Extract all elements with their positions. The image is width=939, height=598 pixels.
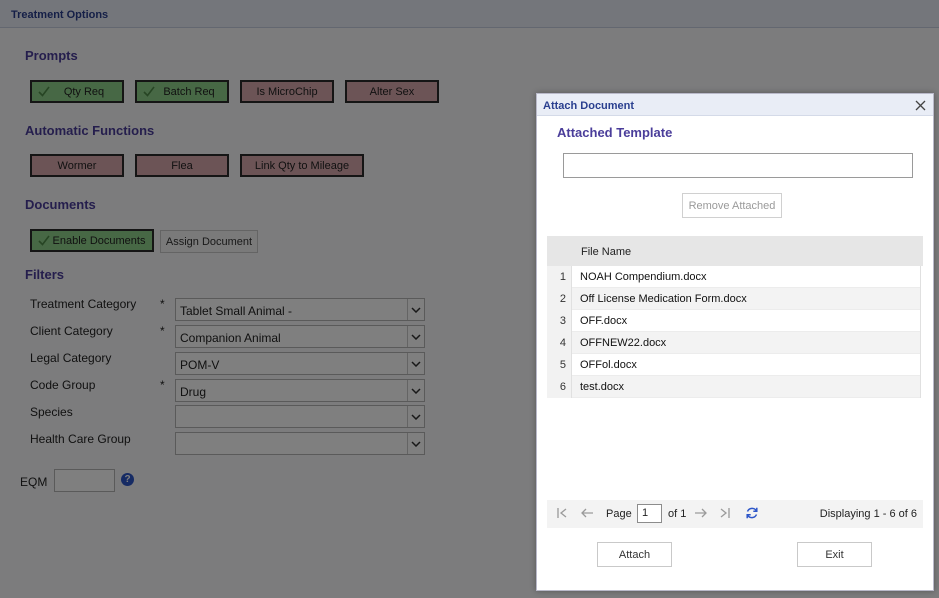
pagination-bar: Page 1 of 1 Displaying 1 - 6 of 6 [547, 500, 923, 528]
file-name-column-header[interactable]: File Name [581, 246, 631, 258]
attached-template-heading: Attached Template [557, 125, 673, 140]
last-page-icon[interactable] [718, 506, 732, 520]
display-count: Displaying 1 - 6 of 6 [819, 508, 917, 520]
attach-button[interactable]: Attach [597, 542, 672, 567]
next-page-icon[interactable] [694, 506, 708, 520]
remove-attached-button[interactable]: Remove Attached [682, 193, 782, 218]
dialog-title: Attach Document [543, 100, 635, 112]
grid-divider [920, 266, 921, 398]
attach-document-dialog: Attach Document Attached Template Remove… [536, 93, 934, 591]
page-total-label: of 1 [668, 508, 687, 520]
table-row[interactable]: 6 test.docx [547, 376, 920, 398]
close-icon[interactable] [915, 100, 926, 111]
first-page-icon[interactable] [555, 506, 569, 520]
file-grid: File Name 1 NOAH Compendium.docx 2 Off L… [547, 236, 923, 501]
table-row[interactable]: 3 OFF.docx [547, 310, 920, 332]
table-row[interactable]: 5 OFFol.docx [547, 354, 920, 376]
page-label: Page [606, 508, 632, 520]
grid-header: File Name [547, 236, 923, 266]
prev-page-icon[interactable] [580, 506, 594, 520]
exit-button[interactable]: Exit [797, 542, 872, 567]
table-row[interactable]: 4 OFFNEW22.docx [547, 332, 920, 354]
dialog-header: Attach Document [537, 94, 933, 116]
page-number-input[interactable]: 1 [637, 504, 662, 523]
table-row[interactable]: 2 Off License Medication Form.docx [547, 288, 920, 310]
table-row[interactable]: 1 NOAH Compendium.docx [547, 266, 920, 288]
attached-template-input[interactable] [563, 153, 913, 178]
refresh-icon[interactable] [745, 506, 759, 520]
